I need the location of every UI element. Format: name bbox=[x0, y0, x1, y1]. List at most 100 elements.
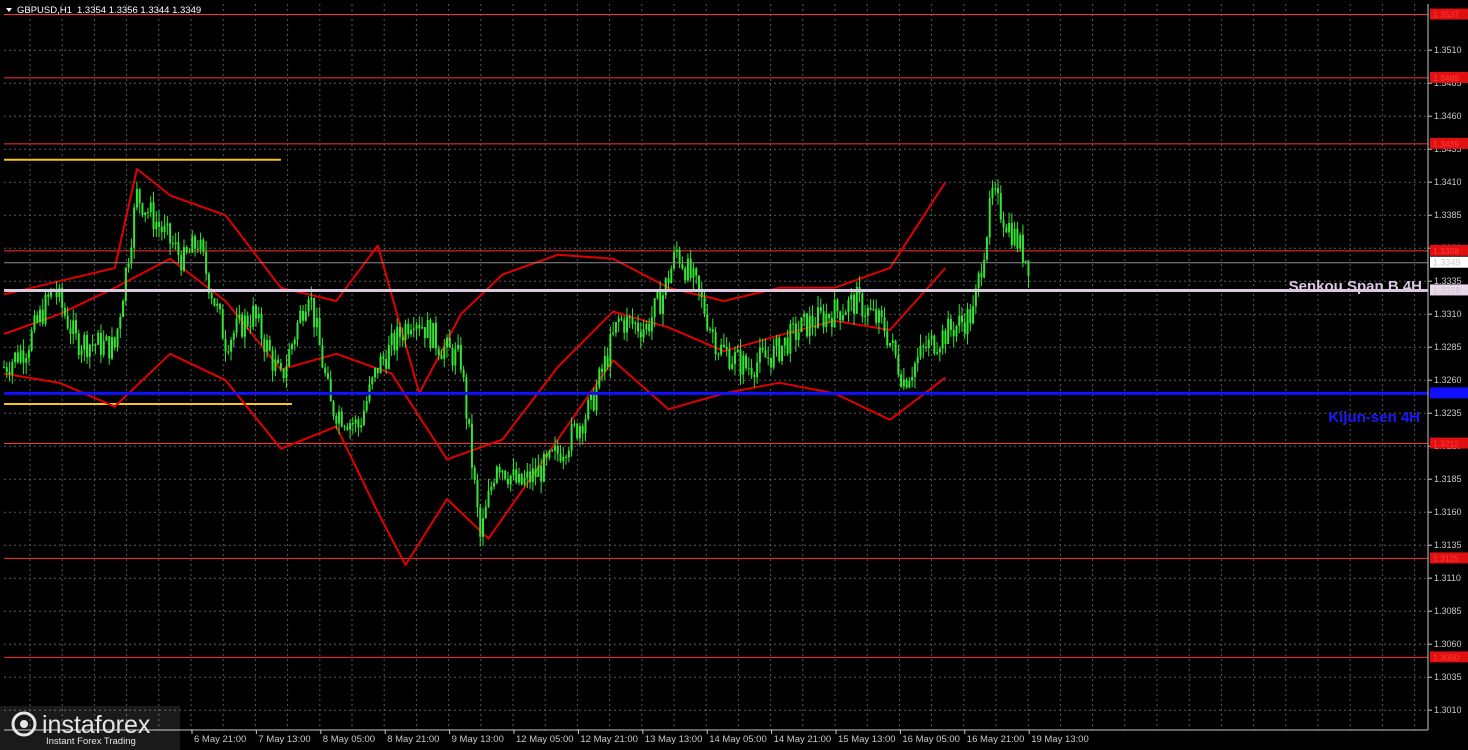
chart-background bbox=[0, 0, 1468, 750]
candle-body bbox=[999, 193, 1002, 220]
price-tick-label: 1.3135 bbox=[1434, 540, 1462, 550]
candle-body bbox=[828, 314, 831, 319]
candle-body bbox=[387, 344, 390, 369]
candle-body bbox=[482, 518, 485, 537]
time-tick-label: 8 May 05:00 bbox=[323, 734, 375, 745]
candle-body bbox=[260, 313, 263, 339]
candle-body bbox=[595, 387, 598, 411]
candle-body bbox=[905, 379, 908, 388]
candle-body bbox=[861, 293, 864, 317]
senkou-span-label: Senkou Span B 4H bbox=[1289, 278, 1422, 295]
candle-body bbox=[407, 323, 410, 335]
time-tick-label: 14 May 21:00 bbox=[774, 734, 832, 745]
candle-body bbox=[459, 344, 462, 370]
candle-body bbox=[72, 320, 75, 335]
candle-body bbox=[695, 268, 698, 276]
candle-body bbox=[880, 310, 883, 318]
candle-body bbox=[764, 350, 767, 358]
candle-body bbox=[5, 367, 8, 372]
candle-body bbox=[69, 328, 72, 335]
price-level-label: 1.3537 bbox=[1433, 10, 1459, 20]
candle-body bbox=[988, 198, 991, 238]
candle-body bbox=[38, 309, 41, 323]
candle-body bbox=[19, 350, 22, 363]
candle-body bbox=[822, 311, 825, 328]
candle-body bbox=[576, 423, 579, 439]
candle-body bbox=[91, 344, 94, 346]
candle-body bbox=[210, 293, 213, 299]
candle-body bbox=[623, 319, 626, 333]
candle-body bbox=[288, 349, 291, 367]
candle-body bbox=[689, 258, 692, 278]
candle-body bbox=[894, 340, 897, 355]
candle-body bbox=[783, 337, 786, 346]
candle-body bbox=[63, 307, 66, 316]
candle-body bbox=[230, 339, 233, 352]
candle-body bbox=[77, 333, 80, 355]
candle-body bbox=[476, 480, 479, 508]
candle-body bbox=[360, 425, 363, 428]
time-tick-label: 19 May 13:00 bbox=[1031, 734, 1089, 745]
candle-body bbox=[299, 310, 302, 323]
candle-body bbox=[454, 349, 457, 366]
candle-body bbox=[891, 340, 894, 344]
candle-body bbox=[374, 368, 377, 378]
candle-body bbox=[473, 467, 476, 481]
candle-body bbox=[925, 346, 928, 349]
price-tick-label: 1.3510 bbox=[1434, 45, 1462, 55]
candle-body bbox=[573, 423, 576, 425]
candle-body bbox=[346, 426, 349, 430]
candle-body bbox=[841, 315, 844, 321]
candle-body bbox=[714, 331, 717, 355]
price-tick-label: 1.3010 bbox=[1434, 705, 1462, 715]
candle-body bbox=[382, 356, 385, 359]
candle-body bbox=[952, 329, 955, 337]
candle-body bbox=[213, 298, 216, 306]
candle-body bbox=[268, 340, 271, 351]
candle-body bbox=[343, 426, 346, 428]
time-tick-label: 13 May 13:00 bbox=[645, 734, 703, 745]
candle-body bbox=[318, 317, 321, 346]
price-chart[interactable]: 1.35101.34851.34601.34351.34101.33851.33… bbox=[0, 0, 1468, 750]
candle-body bbox=[819, 307, 822, 312]
price-tick-label: 1.3235 bbox=[1434, 408, 1462, 418]
candle-body bbox=[326, 373, 329, 379]
brand-name: instaforex bbox=[42, 711, 151, 739]
price-tick-label: 1.3310 bbox=[1434, 309, 1462, 319]
candle-body bbox=[351, 422, 354, 424]
candle-body bbox=[736, 350, 739, 353]
candle-body bbox=[221, 309, 224, 339]
candle-body bbox=[47, 294, 50, 297]
price-tick-label: 1.3285 bbox=[1434, 342, 1462, 352]
current-price-label: 1.3349 bbox=[1433, 258, 1461, 268]
time-tick-label: 9 May 13:00 bbox=[452, 734, 504, 745]
candle-body bbox=[423, 327, 426, 339]
candle-body bbox=[149, 202, 152, 213]
candle-body bbox=[944, 330, 947, 345]
candle-body bbox=[135, 189, 138, 208]
candle-body bbox=[758, 347, 761, 363]
candle-body bbox=[512, 469, 515, 476]
candle-body bbox=[977, 273, 980, 289]
candle-body bbox=[293, 339, 296, 345]
candle-body bbox=[792, 323, 795, 325]
candle-body bbox=[465, 377, 468, 419]
time-tick-label: 7 May 13:00 bbox=[258, 734, 310, 745]
candle-body bbox=[1005, 227, 1008, 233]
candle-body bbox=[169, 223, 172, 244]
candle-body bbox=[556, 446, 559, 454]
candle-body bbox=[540, 465, 543, 482]
brand-tagline: Instant Forex Trading bbox=[46, 736, 136, 747]
candle-body bbox=[963, 322, 966, 334]
candle-body bbox=[941, 330, 944, 349]
candle-body bbox=[426, 319, 429, 339]
candle-body bbox=[479, 507, 482, 537]
candle-body bbox=[191, 236, 194, 253]
candle-body bbox=[531, 468, 534, 483]
candle-body bbox=[390, 333, 393, 345]
candle-body bbox=[656, 291, 659, 299]
candle-body bbox=[614, 321, 617, 333]
candle-body bbox=[74, 320, 77, 334]
candle-body bbox=[432, 322, 435, 348]
candle-body bbox=[642, 329, 645, 338]
